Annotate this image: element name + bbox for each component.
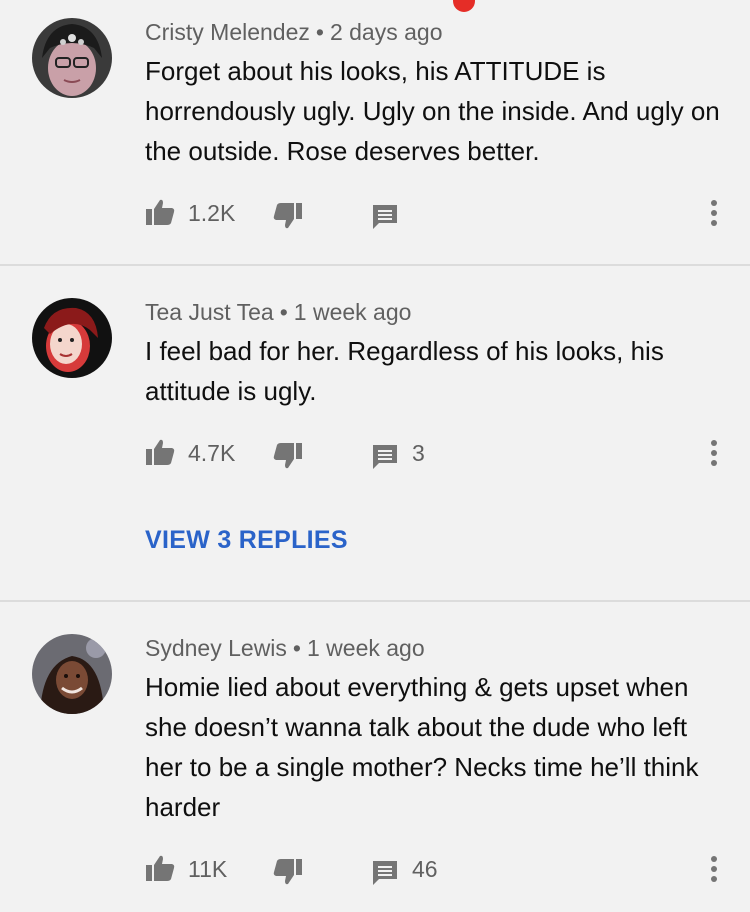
reply-comment-icon[interactable]: [371, 203, 399, 231]
thumbs-down-icon[interactable]: [273, 858, 303, 886]
meta-separator: •: [292, 635, 301, 661]
comment: Cristy Melendez • 2 days ago Forget about …: [0, 0, 750, 264]
thumbs-up-icon[interactable]: [145, 438, 175, 466]
comment-text: I feel bad for her. Regardless of his lo…: [145, 336, 664, 406]
comment-text: Forget about his looks, his ATTITUDE is …: [145, 56, 720, 166]
comment-author[interactable]: Tea Just Tea: [145, 299, 274, 325]
more-vertical-icon[interactable]: [704, 198, 724, 228]
meta-separator: •: [279, 299, 288, 325]
comment-actions: 11K 46: [0, 850, 750, 890]
thumbs-down-icon[interactable]: [273, 202, 303, 230]
thumbs-down-icon[interactable]: [273, 442, 303, 470]
more-vertical-icon[interactable]: [704, 438, 724, 468]
comment-actions: 1.2K: [0, 194, 750, 234]
comment-text: Homie lied about everything & gets upset…: [145, 672, 699, 822]
reply-comment-icon[interactable]: [371, 859, 399, 887]
reply-count: 3: [412, 440, 425, 466]
like-count: 1.2K: [188, 200, 236, 226]
comment-meta: Tea Just Tea • 1 week ago: [145, 301, 411, 324]
comment-author[interactable]: Sydney Lewis: [145, 635, 287, 661]
thumbs-up-icon[interactable]: [145, 854, 175, 882]
avatar-image: [32, 634, 112, 714]
meta-separator: •: [315, 19, 324, 45]
reply-count: 46: [412, 856, 438, 882]
more-vertical-icon[interactable]: [704, 854, 724, 884]
view-replies-link[interactable]: VIEW 3 REPLIES: [145, 526, 348, 555]
avatar[interactable]: [32, 298, 112, 378]
comment: Sydney Lewis • 1 week ago Homie lied about…: [0, 602, 750, 912]
comment: Tea Just Tea • 1 week ago I feel bad for h…: [0, 266, 750, 600]
like-count: 11K: [188, 856, 228, 882]
comment-meta: Sydney Lewis • 1 week ago: [145, 637, 425, 660]
like-count: 4.7K: [188, 440, 236, 466]
comment-time: 1 week ago: [306, 635, 425, 661]
reply-comment-icon[interactable]: [371, 443, 399, 471]
avatar-image: [32, 298, 112, 378]
comment-time: 2 days ago: [329, 19, 443, 45]
comment-author[interactable]: Cristy Melendez: [145, 19, 310, 45]
avatar-image: [32, 18, 112, 98]
comment-time: 1 week ago: [293, 299, 412, 325]
avatar[interactable]: [32, 18, 112, 98]
comment-actions: 4.7K 3: [0, 434, 750, 474]
avatar[interactable]: [32, 634, 112, 714]
comment-meta: Cristy Melendez • 2 days ago: [145, 21, 442, 44]
thumbs-up-icon[interactable]: [145, 198, 175, 226]
